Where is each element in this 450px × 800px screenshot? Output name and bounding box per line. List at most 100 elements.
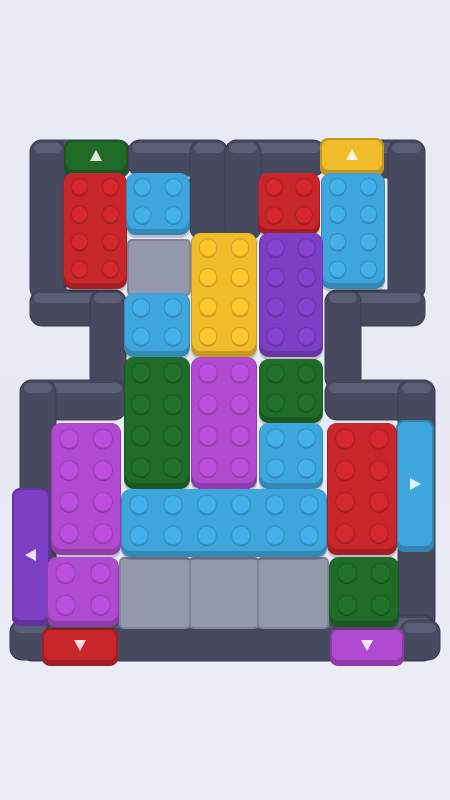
stud: [164, 178, 183, 197]
stud: [231, 494, 251, 515]
wall-highlight: [34, 143, 62, 153]
wall-segment: [224, 139, 262, 241]
wall-segment: [189, 139, 229, 241]
stud: [299, 525, 319, 546]
stud: [55, 594, 76, 616]
stud: [266, 267, 285, 287]
stud: [266, 238, 285, 258]
wall-highlight: [194, 143, 224, 153]
wall-highlight: [392, 143, 421, 153]
stud: [133, 178, 152, 197]
blue-2x2-top[interactable]: [126, 173, 190, 238]
stud: [229, 425, 251, 446]
stud: [297, 297, 316, 317]
stud: [265, 525, 285, 546]
stud: [297, 267, 316, 287]
stud: [198, 267, 218, 287]
stud: [296, 458, 317, 478]
stud: [162, 425, 184, 446]
stud: [265, 458, 286, 478]
stud: [130, 457, 152, 478]
magenta-2x4-left[interactable]: [51, 423, 121, 558]
magenta-2x4-center[interactable]: [191, 357, 257, 492]
purple-2x4[interactable]: [259, 233, 323, 360]
stud: [131, 298, 151, 317]
stud: [370, 594, 392, 616]
stud: [297, 238, 316, 258]
stud: [90, 562, 111, 584]
stud: [164, 206, 183, 225]
stud: [328, 205, 347, 224]
blue-6x2-long[interactable]: [121, 489, 327, 560]
stud: [328, 232, 347, 251]
stud: [90, 594, 111, 616]
stud: [130, 425, 152, 446]
empty-floor-cell: [127, 239, 191, 296]
wall-segment: [29, 139, 67, 301]
stud: [231, 525, 251, 546]
wall-highlight: [94, 293, 122, 303]
stud: [133, 206, 152, 225]
blue-2x2-mid[interactable]: [124, 293, 190, 360]
gate-left-purple: [12, 488, 50, 626]
blue-2x2-right[interactable]: [259, 423, 323, 492]
stud: [370, 562, 392, 584]
stud: [101, 232, 120, 251]
red-2x4-top-left[interactable]: [63, 173, 127, 292]
wall-highlight: [402, 383, 431, 393]
stud: [359, 260, 378, 279]
stud: [336, 562, 358, 584]
stud: [265, 428, 286, 448]
stud: [230, 267, 250, 287]
blue-2x4-top-right[interactable]: [321, 173, 385, 292]
stud: [198, 238, 218, 258]
green-2x4[interactable]: [124, 357, 190, 492]
stud: [162, 394, 184, 415]
stud: [163, 327, 183, 346]
stud: [101, 177, 120, 196]
gate-top-yellow: [320, 138, 384, 176]
stud: [92, 460, 114, 481]
stud: [162, 362, 184, 383]
stud: [58, 428, 80, 449]
wall-highlight: [329, 293, 357, 303]
stud: [129, 525, 149, 546]
stud: [198, 297, 218, 317]
stud: [58, 523, 80, 544]
stud: [266, 364, 285, 383]
stud: [296, 428, 317, 448]
magenta-2x2-bottom[interactable]: [47, 557, 119, 630]
stud: [163, 525, 183, 546]
wall-highlight: [24, 383, 52, 393]
green-2x2-bottom[interactable]: [329, 557, 399, 630]
stud: [55, 562, 76, 584]
gate-right-blue: [396, 420, 434, 552]
stud: [368, 460, 390, 481]
stud: [197, 494, 217, 515]
stud: [129, 494, 149, 515]
wall-segment: [89, 289, 127, 391]
stud: [334, 523, 356, 544]
stud: [92, 428, 114, 449]
stud: [297, 326, 316, 346]
stud: [101, 205, 120, 224]
stud: [197, 362, 219, 383]
stud: [92, 523, 114, 544]
empty-floor-cell: [257, 557, 329, 629]
stud: [163, 494, 183, 515]
red-2x2-top[interactable]: [258, 173, 320, 238]
stud: [266, 326, 285, 346]
green-2x2-mid[interactable]: [259, 359, 323, 426]
stud: [359, 232, 378, 251]
stud: [334, 491, 356, 512]
stud: [58, 491, 80, 512]
yellow-2x4[interactable]: [191, 233, 257, 360]
stud: [70, 232, 89, 251]
stud: [295, 206, 314, 225]
stud: [265, 178, 284, 197]
red-2x4-right[interactable]: [327, 423, 397, 558]
stud: [368, 523, 390, 544]
empty-floor-cell: [119, 557, 191, 629]
stud: [230, 238, 250, 258]
stud: [131, 327, 151, 346]
